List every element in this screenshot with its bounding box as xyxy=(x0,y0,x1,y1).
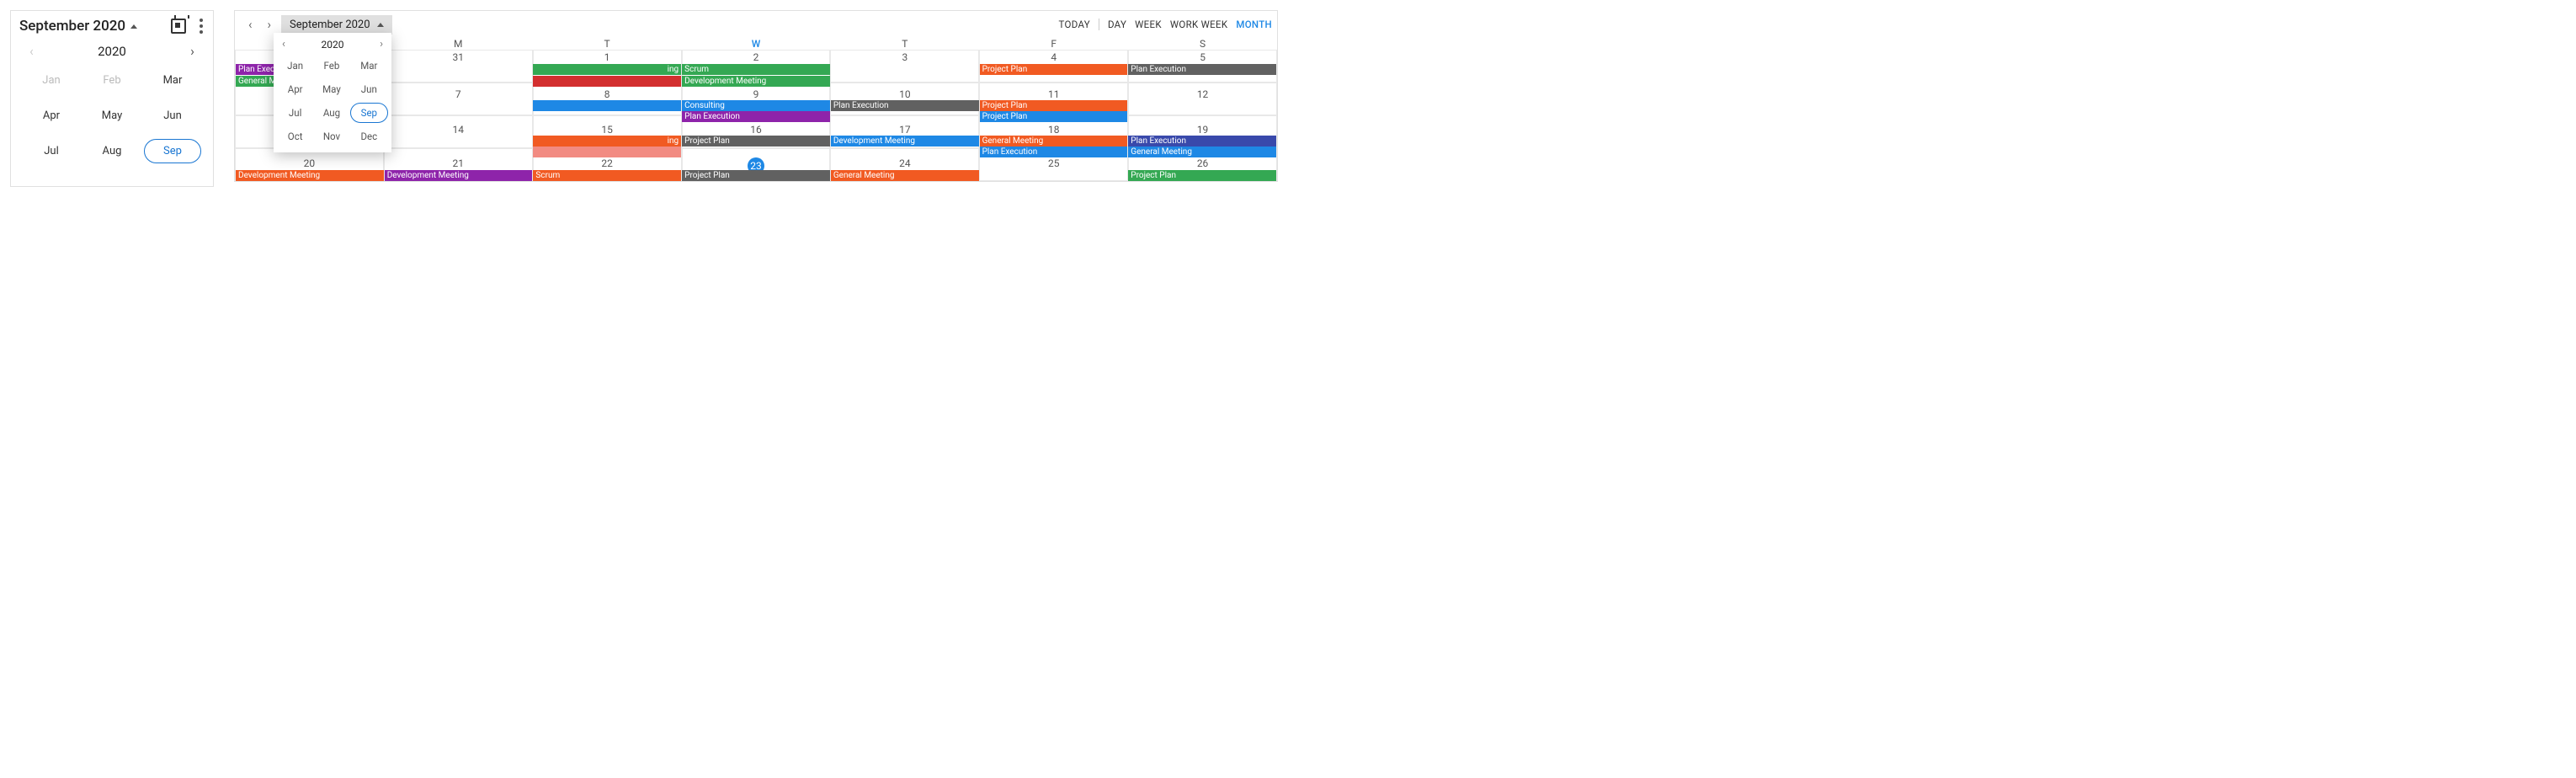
month-cell-sep[interactable]: Sep xyxy=(144,139,201,163)
calendar-event[interactable]: Project Plan xyxy=(980,111,1128,122)
caret-up-icon xyxy=(377,23,384,27)
event-row: Development MeetingDevelopment MeetingSc… xyxy=(235,170,1277,181)
calendar-event[interactable]: ing xyxy=(533,136,681,147)
calendar-event[interactable]: Consulting xyxy=(682,100,830,111)
empty-event-slot xyxy=(385,100,533,111)
popup-year-label: 2020 xyxy=(322,39,344,51)
year-label: 2020 xyxy=(98,44,126,59)
month-cell-jun[interactable]: Jun xyxy=(153,106,192,125)
empty-event-slot xyxy=(831,147,979,157)
year-navigation: ‹ 2020 › xyxy=(18,38,206,61)
empty-event-slot xyxy=(1128,111,1276,122)
empty-event-slot xyxy=(831,76,979,87)
next-year-chevron-icon[interactable]: › xyxy=(185,41,200,61)
view-month[interactable]: MONTH xyxy=(1236,19,1272,30)
next-period-chevron-icon[interactable]: › xyxy=(263,15,277,34)
calendar-event[interactable] xyxy=(533,100,681,111)
view-switcher: TODAY DAY WEEK WORK WEEK MONTH xyxy=(1059,19,1272,30)
popup-month-may[interactable]: May xyxy=(316,81,348,98)
calendar-today-icon[interactable] xyxy=(171,19,186,34)
month-cell-aug[interactable]: Aug xyxy=(93,141,132,161)
view-week[interactable]: WEEK xyxy=(1135,19,1162,30)
calendar-event[interactable]: Development Meeting xyxy=(831,136,979,147)
empty-event-slot xyxy=(385,147,533,157)
calendar-event[interactable]: Plan Execution xyxy=(980,147,1128,157)
month-picker-actions xyxy=(171,19,205,34)
view-day[interactable]: DAY xyxy=(1108,19,1126,30)
popup-month-sep[interactable]: Sep xyxy=(350,103,388,123)
popup-next-year-icon[interactable]: › xyxy=(380,38,383,51)
month-grid: Jan Feb Mar Apr May Jun Jul Aug Sep xyxy=(18,61,206,167)
popup-month-aug[interactable]: Aug xyxy=(317,104,347,121)
popup-month-jul[interactable]: Jul xyxy=(282,104,308,121)
empty-event-slot xyxy=(831,64,979,75)
popup-month-apr[interactable]: Apr xyxy=(281,81,310,98)
empty-event-slot xyxy=(682,147,830,157)
month-cell-may[interactable]: May xyxy=(92,106,132,125)
calendar-event[interactable]: General Meeting xyxy=(1128,147,1276,157)
calendar-event[interactable] xyxy=(533,76,681,87)
calendar-event[interactable]: Development Meeting xyxy=(385,170,533,181)
calendar-event[interactable]: Scrum xyxy=(533,170,681,181)
current-period-button[interactable]: September 2020 xyxy=(281,15,392,35)
empty-event-slot xyxy=(980,170,1128,181)
calendar-event[interactable]: Project Plan xyxy=(682,136,830,147)
calendar-event[interactable]: Plan Execution xyxy=(1128,136,1276,147)
popup-month-jun[interactable]: Jun xyxy=(354,81,384,98)
empty-event-slot xyxy=(385,136,533,147)
view-today[interactable]: TODAY xyxy=(1059,19,1090,30)
calendar-event[interactable]: Plan Execution xyxy=(1128,64,1276,75)
month-picker-header: September 2020 xyxy=(18,16,206,38)
empty-event-slot xyxy=(980,76,1128,87)
popup-prev-year-icon[interactable]: ‹ xyxy=(282,38,285,51)
calendar-event[interactable]: Scrum xyxy=(682,64,830,75)
popup-month-oct[interactable]: Oct xyxy=(281,128,310,145)
calendar-event[interactable]: ing xyxy=(533,64,681,75)
empty-event-slot xyxy=(385,76,533,87)
calendar-event[interactable]: Development Meeting xyxy=(682,76,830,87)
calendar-event[interactable]: Project Plan xyxy=(980,100,1128,111)
month-cell-apr[interactable]: Apr xyxy=(33,106,70,125)
calendar-event[interactable]: Project Plan xyxy=(980,64,1128,75)
current-period-label: September 2020 xyxy=(290,19,370,31)
empty-event-slot xyxy=(1128,100,1276,111)
prev-period-chevron-icon[interactable]: ‹ xyxy=(243,15,258,34)
calendar-event[interactable]: General Meeting xyxy=(831,170,979,181)
prev-year-chevron-icon[interactable]: ‹ xyxy=(24,41,39,61)
month-picker-title[interactable]: September 2020 xyxy=(19,18,137,35)
calendar-event[interactable]: Project Plan xyxy=(682,170,830,181)
empty-event-slot xyxy=(385,111,533,122)
toolbar-left: ‹ › September 2020 xyxy=(243,15,392,35)
month-cell-feb[interactable]: Feb xyxy=(93,71,130,90)
calendar-event[interactable]: Project Plan xyxy=(1128,170,1276,181)
calendar-event[interactable]: Development Meeting xyxy=(236,170,384,181)
view-workweek[interactable]: WORK WEEK xyxy=(1170,19,1227,30)
month-picker-title-text: September 2020 xyxy=(19,18,125,35)
empty-event-slot xyxy=(1128,76,1276,87)
popup-year-nav: ‹ 2020 › xyxy=(277,38,388,54)
calendar-event[interactable]: Plan Execution xyxy=(682,111,830,122)
empty-event-slot xyxy=(533,111,681,122)
empty-event-slot xyxy=(385,64,533,75)
popup-month-dec[interactable]: Dec xyxy=(354,128,384,145)
more-menu-icon[interactable] xyxy=(198,19,205,34)
calendar-event[interactable]: General Meeting xyxy=(980,136,1128,147)
popup-month-mar[interactable]: Mar xyxy=(354,57,384,74)
month-cell-mar[interactable]: Mar xyxy=(153,71,193,90)
month-picker-panel: September 2020 ‹ 2020 › JanFebMarAprMayJ… xyxy=(10,10,214,187)
popup-month-grid: Jan Feb Mar Apr May Jun Jul AugSep Oct Nov Dec xyxy=(277,54,388,148)
calendar-panel: ‹ › September 2020 TODAY DAY WEEK WORK W… xyxy=(234,10,1278,182)
popup-month-nov[interactable]: Nov xyxy=(317,128,347,145)
calendar-event[interactable] xyxy=(533,147,681,157)
month-popup: ‹ 2020 › Jan Feb Mar Apr May Jun Jul AugSep Oct N… xyxy=(274,33,391,152)
popup-month-feb[interactable]: Feb xyxy=(317,57,347,74)
calendar-event[interactable]: Plan Execution xyxy=(831,100,979,111)
month-cell-jul[interactable]: Jul xyxy=(34,141,69,161)
caret-up-icon xyxy=(130,24,137,29)
month-cell-jan[interactable]: Jan xyxy=(32,71,70,90)
popup-month-jan[interactable]: Jan xyxy=(280,57,310,74)
empty-event-slot xyxy=(831,111,979,122)
